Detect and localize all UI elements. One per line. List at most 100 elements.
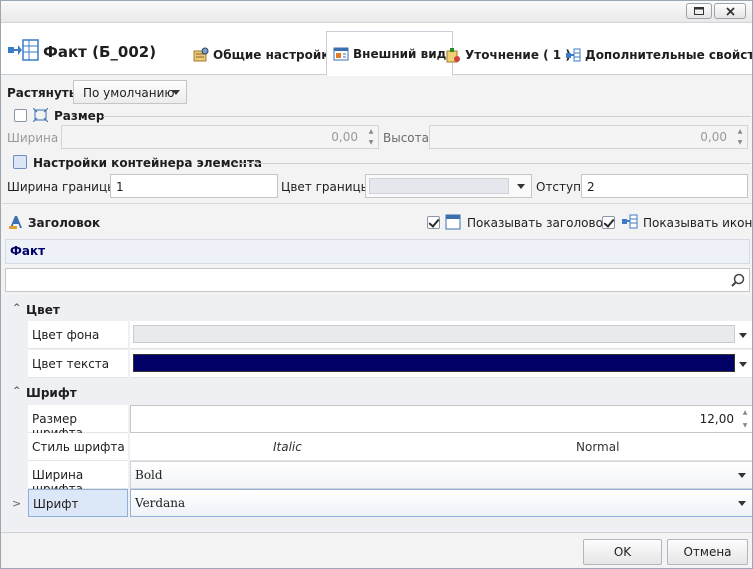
font-weight-select[interactable]: Bold [130,461,752,489]
property-label: Шрифт [28,489,128,517]
tab-label: Внешний вид [353,46,447,61]
property-label: Размер шрифта [28,405,128,440]
close-icon [725,6,735,16]
show-icon-checkbox[interactable] [602,216,615,229]
caption-bar-icon [445,214,461,230]
tab-refinement[interactable]: Уточнение ( 1 ) [445,35,571,75]
caption-preview-text: Факт [10,244,46,258]
font-weight-value: Bold [135,468,163,482]
show-caption-label: Показывать заголовок [467,216,611,230]
size-title: Размер [54,109,105,123]
show-icon-label: Показывать иконку [643,216,753,230]
property-label: Цвет фона [28,321,128,349]
indent-value: 2 [587,180,595,194]
caption-preview: Факт [5,239,750,264]
footer-divider [1,532,752,533]
height-input[interactable]: 0,00 ▲ ▼ [429,125,748,149]
settings-icon [193,47,209,62]
close-button[interactable] [714,3,746,19]
property-search[interactable] [5,268,750,292]
tab-additional-properties[interactable]: Дополнительные свойства [565,35,753,75]
group-title: Цвет [26,303,60,317]
row-pointer-icon: > [12,497,22,510]
restore-icon [694,7,704,15]
property-row-font-weight: Ширина шрифта Bold [28,461,752,496]
property-row-background-color: Цвет фона [28,321,752,349]
tab-label: Уточнение ( 1 ) [465,48,571,62]
normal-option[interactable]: Normal [576,440,619,454]
width-label: Ширина : [7,131,67,145]
border-width-label: Ширина границы : [7,180,125,194]
refine-icon [446,48,460,63]
tab-label: Дополнительные свойства [585,48,753,62]
border-color-swatch [369,178,509,194]
restore-button[interactable] [686,3,712,19]
property-row-font-size: Размер шрифта 12,00 ▲▼ [28,405,752,440]
font-family-select[interactable]: Verdana [130,489,752,517]
section-divider [2,203,752,204]
group-color[interactable]: ^ Цвет [3,297,752,323]
size-divider [103,116,751,117]
chevron-down-icon [172,90,180,95]
stretch-value: По умолчанию [83,86,175,100]
container-divider [233,163,751,164]
element-icon [8,39,39,61]
border-width-input[interactable]: 1 [110,174,278,198]
collapse-icon[interactable]: ^ [13,303,21,313]
border-color-picker[interactable] [365,174,532,198]
width-input[interactable]: 0,00 ▲ ▼ [61,125,379,149]
tab-label: Общие настройки [213,48,338,62]
font-style-selector: Italic Normal [130,433,752,461]
chevron-down-icon [517,184,525,189]
caption-title: Заголовок [28,216,101,230]
property-row-font-style: Стиль шрифта Italic Normal [28,433,752,461]
property-label: Стиль шрифта [28,433,128,461]
stretch-select[interactable]: По умолчанию [73,80,187,104]
group-font[interactable]: ^ Шрифт [3,380,752,406]
text-color-swatch [133,354,735,372]
text-color-picker[interactable] [130,350,752,378]
font-family-value: Verdana [135,496,186,510]
property-row-text-color: Цвет текста [28,350,752,378]
chevron-down-icon [739,361,747,367]
properties-icon [566,48,581,62]
cancel-button[interactable]: Отмена [667,539,748,565]
chevron-down-icon [738,501,746,506]
indent-input[interactable]: 2 [581,174,748,198]
width-spinner[interactable]: ▲ ▼ [364,126,378,148]
chevron-down-icon [739,332,747,338]
property-grid: ^ Цвет Цвет фона Цвет текста ^ Шрифт Раз… [2,295,752,531]
title-bar [1,1,752,23]
size-checkbox[interactable] [14,109,27,122]
container-settings-title: Настройки контейнера элемента [33,156,262,170]
group-title: Шрифт [26,386,77,400]
italic-option[interactable]: Italic [273,440,302,454]
border-width-value: 1 [116,180,124,194]
resize-icon [33,108,48,122]
height-value: 0,00 [700,130,727,144]
tab-general-settings[interactable]: Общие настройки [193,35,338,75]
border-color-label: Цвет границы : [281,180,378,194]
background-color-swatch [133,325,735,343]
page-title: Факт (Б_002) [43,43,157,61]
search-icon[interactable] [731,273,745,287]
property-label: Ширина шрифта [28,461,128,496]
caption-icon [9,216,22,229]
property-label: Цвет текста [28,350,128,378]
search-input[interactable] [10,271,710,289]
header: Факт (Б_002) Общие настройки Внешний вид… [1,23,753,76]
ok-button[interactable]: OK [583,539,662,565]
width-value: 0,00 [331,130,358,144]
show-caption-checkbox[interactable] [427,216,440,229]
element-small-icon [622,214,638,229]
background-color-picker[interactable] [130,321,752,349]
height-spinner[interactable]: ▲ ▼ [733,126,747,148]
collapse-icon[interactable]: ^ [13,386,21,396]
appearance-icon [333,47,349,60]
dialog-window: Факт (Б_002) Общие настройки Внешний вид… [0,0,753,569]
container-settings-checkbox[interactable] [13,155,27,169]
font-size-input[interactable]: 12,00 ▲ ▼ [130,405,752,433]
font-size-spinner[interactable]: ▲ ▼ [738,406,752,432]
tab-appearance[interactable]: Внешний вид [326,31,454,76]
font-size-value: 12,00 [699,412,734,426]
